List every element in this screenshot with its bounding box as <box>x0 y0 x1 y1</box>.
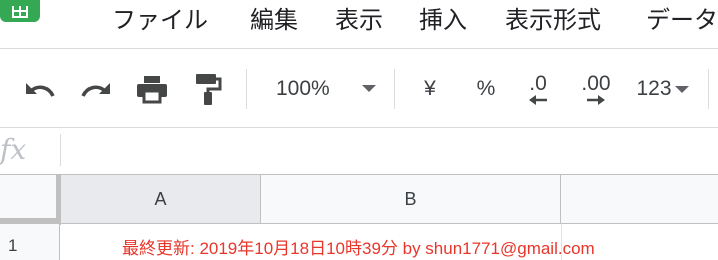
toolbar-divider <box>394 69 395 109</box>
arrow-right-icon <box>587 95 605 105</box>
decrease-decimal-button[interactable]: .0 <box>518 71 558 107</box>
row-header-1[interactable]: 1 <box>0 224 60 260</box>
redo-button[interactable] <box>76 71 116 107</box>
print-button[interactable] <box>132 71 172 107</box>
undo-icon <box>26 83 55 97</box>
percent-format-button[interactable]: % <box>470 71 502 107</box>
menu-view[interactable]: 表示 <box>335 2 383 38</box>
printer-icon <box>137 76 167 104</box>
chevron-down-icon <box>674 86 689 93</box>
redo-icon <box>81 83 110 97</box>
header-divider <box>0 223 718 224</box>
arrow-left-icon <box>529 95 547 105</box>
paint-format-button[interactable] <box>190 71 226 107</box>
menu-format[interactable]: 表示形式 <box>505 2 601 38</box>
toolbar-divider-line <box>0 127 718 128</box>
decrease-decimal-label: .0 <box>529 72 547 95</box>
fx-icon: fx <box>0 133 27 166</box>
zoom-value: 100% <box>276 77 330 100</box>
paint-format-icon <box>196 74 222 105</box>
zoom-dropdown-icon <box>362 85 376 92</box>
formula-divider <box>60 134 61 166</box>
toolbar-divider <box>708 69 709 109</box>
toolbar-divider <box>246 69 247 109</box>
sheets-logo-icon[interactable] <box>0 0 40 22</box>
formula-input[interactable] <box>64 132 714 168</box>
cell-a1[interactable]: 最終更新: 2019年10月18日10時39分 by shun1771@gmai… <box>122 238 595 260</box>
column-header-c[interactable] <box>561 175 718 223</box>
menu-edit[interactable]: 編集 <box>250 2 298 38</box>
menu-data[interactable]: データ <box>646 2 718 38</box>
increase-decimal-label: .00 <box>581 72 611 95</box>
percent-icon: % <box>476 77 496 100</box>
menu-bar: ファイル 編集 表示 挿入 表示形式 データ <box>0 0 718 48</box>
more-formats-button[interactable]: 123 <box>630 71 696 107</box>
yen-icon: ¥ <box>424 77 436 100</box>
menu-file[interactable]: ファイル <box>112 2 208 38</box>
column-header-a[interactable]: A <box>61 175 261 223</box>
column-header-b[interactable]: B <box>261 175 561 223</box>
menu-insert[interactable]: 挿入 <box>419 2 467 38</box>
more-formats-label: 123 <box>636 77 672 100</box>
increase-decimal-button[interactable]: .00 <box>574 71 618 107</box>
toolbar: 100% ¥ % .0 .00 123 <box>0 49 718 127</box>
currency-format-button[interactable]: ¥ <box>414 71 446 107</box>
undo-button[interactable] <box>20 71 60 107</box>
